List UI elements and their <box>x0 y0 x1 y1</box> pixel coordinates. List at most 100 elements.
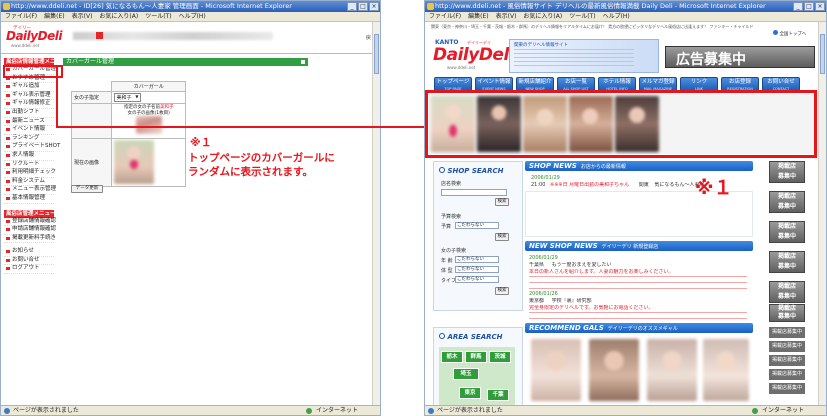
section-close-icon[interactable] <box>300 59 306 65</box>
shop-news-date: 2006/01/29 <box>531 175 560 181</box>
body-select[interactable]: こだわらない <box>455 266 499 273</box>
sidebar-item-logout[interactable]: ログアウト <box>4 265 54 275</box>
area-saitama[interactable]: 埼玉 <box>453 368 479 380</box>
sidebar-item-news[interactable]: 最新ニュース <box>4 118 54 127</box>
menu-view[interactable]: 表示(V) <box>72 12 93 21</box>
area-tochigi[interactable]: 栃木 <box>441 351 463 363</box>
ad-slot[interactable]: 掲載店 募集中 <box>769 281 805 303</box>
close-icon[interactable]: × <box>815 2 825 11</box>
data-update-button[interactable]: データ更新 <box>71 185 103 193</box>
sidebar-item-job[interactable]: 求人情報 <box>4 152 54 161</box>
new-shop-2-header[interactable]: 東京都 学校『裏』研究部 <box>529 298 749 305</box>
ad-slot-small[interactable]: 掲載店募集中 <box>769 383 805 394</box>
recommend-gal-photo[interactable] <box>531 339 581 401</box>
menu-tools[interactable]: ツール(T) <box>569 12 595 21</box>
shop-news-header: SHOP NEWS お店からの最新情報 <box>525 161 753 171</box>
minimize-icon[interactable]: _ <box>793 2 803 11</box>
ad-slot-small[interactable]: 掲載店募集中 <box>769 369 805 380</box>
menu-file[interactable]: ファイル(F) <box>429 12 461 21</box>
admin-window-title: http://www.ddeli.net - ID[26] 気になるもん〜人妻家… <box>11 2 292 10</box>
sidebar-item-private-shot[interactable]: プライベートSHOT <box>4 143 60 152</box>
sidebar-item-menu-display[interactable]: メニュー表示管理 <box>4 186 56 195</box>
menu-edit[interactable]: 編集(E) <box>468 12 488 21</box>
ad-slot-small[interactable]: 掲載店募集中 <box>769 341 805 352</box>
menu-help[interactable]: ヘルプ(H) <box>179 12 206 21</box>
nav-hotel[interactable]: ホテル情報 HOTEL INFO <box>598 77 636 91</box>
ad-slot[interactable]: 掲載店 募集中 <box>769 161 805 183</box>
sidebar-item-basic-info[interactable]: 基本情報管理 <box>4 195 54 204</box>
new-shop-1-area: 千葉県 <box>529 262 545 268</box>
area-tokyo[interactable]: 東京 <box>459 387 481 399</box>
shop-name-input[interactable] <box>441 189 507 196</box>
age-select[interactable]: こだわらない <box>455 256 499 263</box>
recommend-gal-photo[interactable] <box>647 339 697 401</box>
admin-scrollbar[interactable] <box>372 22 380 405</box>
site-logo[interactable]: KANTO デイリーデリ DailyDeli www.ddeli.net <box>433 39 515 73</box>
close-icon[interactable]: × <box>369 2 379 11</box>
girl-search-button[interactable]: 検索 <box>495 287 509 295</box>
nav-contact[interactable]: お問い合せ CONTACT <box>762 77 800 91</box>
sidebar-item-renewal[interactable]: 掲載更新料手続き <box>4 235 56 244</box>
area-ibaraki[interactable]: 茨城 <box>489 351 511 363</box>
public-title-bar: http://www.ddeli.net - 風俗情報サイト デリヘルの最新風俗… <box>425 1 826 12</box>
sidebar-item-notice[interactable]: お知らせ <box>4 248 54 257</box>
nav-shop-list[interactable]: お店一覧 ALL SHOP LIST <box>557 77 595 91</box>
sidebar-item-shift[interactable]: 出勤シフト <box>4 109 54 118</box>
menu-favorites[interactable]: お気に入り(A) <box>99 12 138 21</box>
admin-logo[interactable]: デイリー DailyDeli www.ddeli.net <box>5 25 62 49</box>
national-top-link[interactable]: 全国トップへ <box>773 30 806 37</box>
menu-view[interactable]: 表示(V) <box>496 12 517 21</box>
sidebar-item-applied-shops[interactable]: 申請店舗情報確認 <box>4 226 56 235</box>
new-shop-2-lines <box>529 312 747 319</box>
sidebar-item-event[interactable]: イベント情報 <box>4 126 54 135</box>
recommend-gal-photo[interactable] <box>703 339 749 401</box>
callout-connector-vertical <box>56 66 58 128</box>
ad-slot[interactable]: 掲載店 募集中 <box>769 191 805 213</box>
ad-slot-small[interactable]: 掲載店募集中 <box>769 355 805 366</box>
type-select[interactable]: こだわらない <box>455 276 499 283</box>
sidebar-item-usage[interactable]: 利用明細チェック <box>4 169 56 178</box>
menu-help[interactable]: ヘルプ(H) <box>603 12 630 21</box>
menu-tools[interactable]: ツール(T) <box>145 12 171 21</box>
sidebar-item-gal-add[interactable]: ギャル追加 <box>4 83 54 92</box>
nav-registration[interactable]: お店登録 REGISTRATION <box>721 77 759 91</box>
sidebar-item-recruit[interactable]: リクルート <box>4 161 54 170</box>
ad-slot[interactable]: 掲載店 募集中 <box>769 221 805 243</box>
ad-slot[interactable]: 掲載店 募集中 <box>769 251 805 273</box>
public-scrollbar-thumb[interactable] <box>820 34 825 74</box>
nav-mail-magazine[interactable]: メルマガ登録 MAIL MAGAZINE <box>639 77 677 91</box>
nav-new-shop[interactable]: 新規店舗紹介 NEW SHOP <box>516 77 554 91</box>
budget-select[interactable]: こだわらない <box>455 222 499 229</box>
menu-edit[interactable]: 編集(E) <box>44 12 64 21</box>
new-shop-1-text: 本日の新人さんを紹介します。人妻の魅力をお楽しみください。 <box>529 269 674 275</box>
new-shop-1-header[interactable]: 千葉県 もう一度おまえを愛したい <box>529 262 749 269</box>
ad-slot[interactable]: 掲載店 募集中 <box>769 304 805 322</box>
admin-scrollbar-thumb[interactable] <box>374 34 379 74</box>
sidebar-item-registered-shops[interactable]: 登録店舗情報確認 <box>4 218 56 227</box>
area-gunma[interactable]: 群馬 <box>465 351 487 363</box>
menu-favorites[interactable]: お気に入り(A) <box>523 12 562 21</box>
ad-recruit-banner[interactable]: 広告募集中 <box>665 46 815 68</box>
budget-search-button[interactable]: 検索 <box>495 233 509 241</box>
callout-line-2: ランダムに表示されます。 <box>188 166 313 178</box>
public-scrollbar[interactable] <box>818 22 826 405</box>
area-chiba[interactable]: 千葉 <box>487 389 509 401</box>
shop-search-title: SHOP SEARCH <box>447 167 504 175</box>
shop-name-label: 店名検索 <box>441 181 462 187</box>
maximize-icon[interactable]: □ <box>804 2 814 11</box>
ad-slot-small[interactable]: 掲載店募集中 <box>769 327 805 338</box>
header-back-link[interactable]: 戻 <box>366 34 371 41</box>
nav-link[interactable]: リンク LINK <box>680 77 718 91</box>
menu-file[interactable]: ファイル(F) <box>5 12 37 21</box>
cover-girl-table: カバーガール 女の子指定 美和子 ▼ 指定の女の子名前美和子 女の子の画像(1枚… <box>70 81 186 187</box>
minimize-icon[interactable]: _ <box>347 2 357 11</box>
recommend-gal-photo[interactable] <box>589 339 639 401</box>
new-shop-2-name: 学校『裏』研究部 <box>551 298 592 304</box>
sidebar-item-gal-edit[interactable]: ギャル情報修正 <box>4 100 54 109</box>
nav-event[interactable]: イベント情報 EVENT NEWS <box>475 77 513 91</box>
maximize-icon[interactable]: □ <box>358 2 368 11</box>
current-image-label: 現在の画像 <box>70 137 113 187</box>
shop-name-search-button[interactable]: 検索 <box>495 198 509 206</box>
girl-select-dropdown[interactable]: 美和子 ▼ <box>114 93 141 102</box>
nav-top-page[interactable]: トップページ TOP PAGE <box>434 77 472 91</box>
